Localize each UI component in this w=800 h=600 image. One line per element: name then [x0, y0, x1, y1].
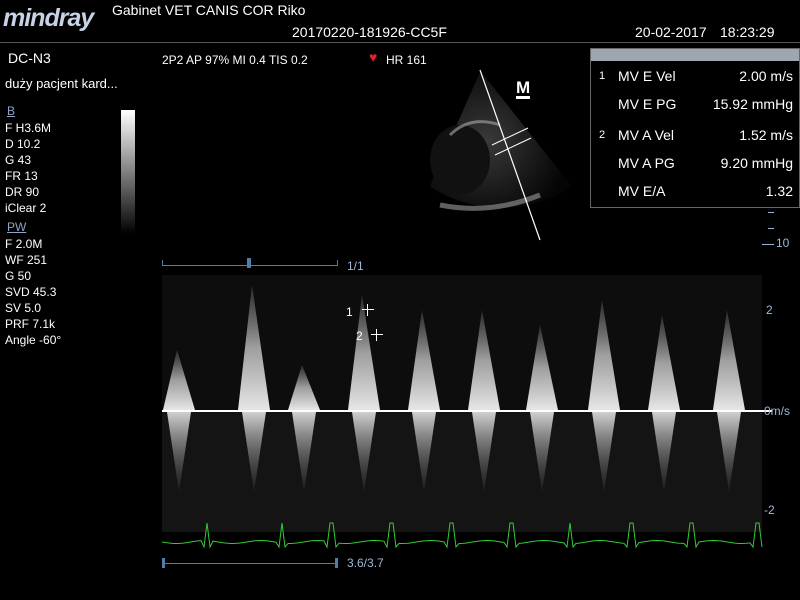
acoustic-params: 2P2 AP 97% MI 0.4 TIS 0.2: [162, 53, 308, 67]
cursor-1-label: 1: [346, 305, 353, 319]
exam-date: 20-02-2017: [635, 24, 707, 40]
b-params-list: F H3.6M D 10.2 G 43 FR 13 DR 90 iClear 2: [5, 120, 51, 216]
depth-tick: [768, 212, 774, 213]
pw-doppler-spectrum: [162, 275, 772, 549]
image-counter: 1/1: [347, 259, 364, 273]
pw-param: WF 251: [5, 253, 48, 267]
measurement-row: 2 MV A Vel 1.52 m/s: [599, 127, 793, 143]
brand-logo: mindray: [3, 4, 94, 32]
b-param: F H3.6M: [5, 121, 52, 135]
probe-mode: DC-N3: [8, 50, 51, 66]
b-section-title: B: [7, 104, 16, 118]
preset-name: duży pacjent kard...: [5, 76, 118, 91]
velocity-axis-top: 2: [766, 303, 773, 317]
b-param: DR 90: [5, 185, 40, 199]
scrub-tick: [162, 260, 163, 266]
pw-param: F 2.0M: [5, 237, 43, 251]
pw-section-title: PW: [7, 220, 27, 234]
b-param: iClear 2: [5, 201, 47, 215]
pw-param: SV 5.0: [5, 301, 42, 315]
measurement-panel-header: [591, 49, 799, 61]
grayscale-bar: [121, 110, 135, 234]
depth-tick: [768, 228, 774, 229]
b-mode-sector-image: [429, 69, 572, 241]
cursor-1-crosshair[interactable]: [362, 304, 374, 316]
cursor-2-crosshair[interactable]: [371, 329, 383, 341]
exam-time: 18:23:29: [720, 24, 775, 40]
velocity-axis-baseline: 0m/s: [764, 404, 791, 418]
scrub-tick: [337, 260, 338, 266]
measurement-row: MV E PG 15.92 mmHg: [618, 96, 793, 112]
measurement-row: 1 MV E Vel 2.00 m/s: [599, 68, 793, 84]
depth-label: 10: [776, 236, 790, 250]
pw-param: G 50: [5, 269, 32, 283]
pw-param: SVD 45.3: [5, 285, 57, 299]
header-divider: [0, 42, 800, 43]
heart-icon: ♥: [369, 49, 378, 65]
measurement-panel: 1 MV E Vel 2.00 m/s MV E PG 15.92 mmHg 2…: [590, 48, 800, 208]
m-marker-icon: M: [516, 78, 531, 99]
b-param: D 10.2: [5, 137, 41, 151]
b-param: G 43: [5, 153, 32, 167]
cine-scrub-start[interactable]: [162, 558, 165, 568]
pw-params-list: F 2.0M WF 251 G 50 SVD 45.3 SV 5.0 PRF 7…: [5, 236, 61, 348]
b-param: FR 13: [5, 169, 38, 183]
image-scrub-handle[interactable]: [247, 258, 251, 268]
pw-param: Angle -60°: [5, 333, 62, 347]
exam-id: 20170220-181926-CC5F: [292, 24, 447, 40]
measurement-row: MV A PG 9.20 mmHg: [618, 155, 793, 171]
clinic-patient-line: Gabinet VET CANIS COR Riko: [112, 2, 306, 18]
measurement-row: MV E/A 1.32: [618, 183, 793, 199]
velocity-axis-bottom: -2: [764, 503, 775, 517]
depth-tick: [762, 244, 774, 245]
cine-scrub-handle[interactable]: [335, 558, 338, 568]
cine-scrub-track[interactable]: [162, 563, 338, 564]
cursor-2-label: 2: [356, 329, 363, 343]
cine-counter: 3.6/3.7: [347, 556, 384, 570]
pw-param: PRF 7.1k: [5, 317, 56, 331]
